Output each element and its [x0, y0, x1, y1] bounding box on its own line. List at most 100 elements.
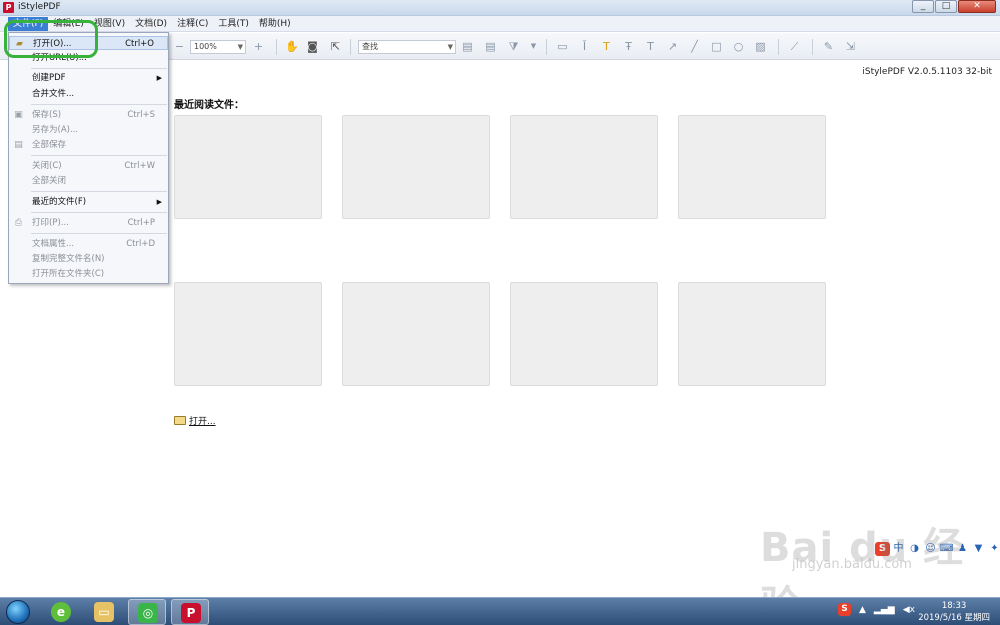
- menu-item-shortcut: Ctrl+S: [127, 110, 155, 120]
- maximize-button[interactable]: □: [935, 0, 957, 13]
- menu-comment[interactable]: 注释(C): [172, 17, 213, 31]
- zoom-value: 100%: [194, 42, 217, 51]
- system-tray: S ▲ ▂▄▆ ◀x: [838, 603, 923, 616]
- zoom-out-icon[interactable]: −: [173, 40, 186, 53]
- start-button[interactable]: [6, 600, 30, 624]
- recent-file-thumbnail[interactable]: [678, 115, 826, 219]
- taskbar-app-browser[interactable]: e: [42, 599, 80, 625]
- menu-divider: [31, 104, 167, 105]
- select-cursor-icon[interactable]: ⇱: [329, 40, 342, 53]
- sign-icon[interactable]: ✎: [822, 40, 835, 53]
- menu-item-recent-files[interactable]: 最近的文件(F) ▶: [9, 195, 168, 209]
- menu-item-print[interactable]: ⎙ 打印(P)... Ctrl+P: [9, 216, 168, 230]
- recent-file-thumbnail[interactable]: [342, 282, 490, 386]
- recent-file-thumbnail[interactable]: [174, 282, 322, 386]
- menu-item-label: 保存(S): [32, 110, 62, 120]
- submenu-arrow-icon: ▶: [156, 198, 162, 206]
- find-previous-icon[interactable]: ▤: [461, 40, 474, 53]
- save-disk-icon: ▣: [14, 110, 23, 120]
- zoom-in-icon[interactable]: +: [252, 40, 265, 53]
- menu-item-label: 另存为(A)...: [32, 125, 79, 135]
- menu-item-label: 合并文件...: [32, 89, 75, 99]
- network-icon[interactable]: ▂▄▆: [874, 605, 895, 615]
- menu-item-save[interactable]: ▣ 保存(S) Ctrl+S: [9, 108, 168, 122]
- save-all-icon: ▤: [14, 140, 23, 150]
- menu-item-label: 全部关闭: [32, 176, 67, 186]
- minimize-button[interactable]: _: [912, 0, 934, 13]
- sogou-tray-icon[interactable]: S: [838, 603, 851, 616]
- taskbar-clock[interactable]: 18:33 2019/5/16 星期四: [918, 600, 990, 624]
- taskbar-app-istylepdf[interactable]: P: [171, 599, 209, 625]
- recent-file-thumbnail[interactable]: [342, 115, 490, 219]
- find-next-icon[interactable]: ▤: [484, 40, 497, 53]
- recent-files-title: 最近阅读文件：: [174, 100, 244, 111]
- menu-item-copy-filename[interactable]: 复制完整文件名(N): [9, 252, 168, 266]
- menu-item-label: 全部保存: [32, 140, 67, 150]
- highlight-annotation: [4, 20, 98, 58]
- find-input[interactable]: 查找 ▼: [358, 40, 456, 54]
- menu-tools[interactable]: 工具(T): [213, 17, 254, 31]
- wechat-icon: ◎: [138, 603, 158, 623]
- toolbar-divider: [778, 39, 779, 55]
- menu-item-close[interactable]: 关闭(C) Ctrl+W: [9, 159, 168, 173]
- folder-icon: ▭: [94, 602, 114, 622]
- stamp-tool-icon[interactable]: ▨: [754, 40, 767, 53]
- recent-file-thumbnail[interactable]: [510, 115, 658, 219]
- strikeout-icon[interactable]: Ŧ: [622, 40, 635, 53]
- menu-item-shortcut: Ctrl+D: [126, 239, 155, 249]
- arrow-tool-icon[interactable]: ↗: [666, 40, 679, 53]
- filter-dropdown-icon[interactable]: ▼: [527, 40, 540, 53]
- printer-icon: ⎙: [14, 218, 23, 228]
- title-bar: P iStylePDF _ □ ✕: [0, 0, 1000, 16]
- menu-item-label: 复制完整文件名(N): [32, 254, 105, 264]
- menu-item-label: 文档属性...: [32, 239, 75, 249]
- menu-item-close-all[interactable]: 全部关闭: [9, 174, 168, 188]
- filter-icon[interactable]: ⧩: [507, 40, 520, 53]
- note-icon[interactable]: ▭: [556, 40, 569, 53]
- chevron-down-icon: ▼: [237, 43, 243, 51]
- export-icon[interactable]: ⇲: [844, 40, 857, 53]
- chevron-down-icon: ▼: [447, 43, 453, 51]
- highlight-text-icon[interactable]: T: [600, 40, 613, 53]
- zoom-select[interactable]: 100% ▼: [190, 40, 246, 54]
- menu-item-save-all[interactable]: ▤ 全部保存: [9, 138, 168, 152]
- menu-item-open-folder[interactable]: 打开所在文件夹(C): [9, 267, 168, 281]
- taskbar-app-explorer[interactable]: ▭: [85, 599, 123, 625]
- volume-icon[interactable]: ◀x: [903, 605, 915, 615]
- recent-file-thumbnail[interactable]: [174, 115, 322, 219]
- menu-bar: 文件(F) 编辑(E) 视图(V) 文档(D) 注释(C) 工具(T) 帮助(H…: [0, 16, 1000, 32]
- close-button[interactable]: ✕: [958, 0, 996, 13]
- measure-icon[interactable]: ⟋: [788, 40, 801, 53]
- line-tool-icon[interactable]: ╱: [688, 40, 701, 53]
- taskbar-app-wechat[interactable]: ◎: [128, 599, 166, 625]
- rectangle-tool-icon[interactable]: □: [710, 40, 723, 53]
- taskbar: e ▭ ◎ P S ▲ ▂▄▆ ◀x 18:33 2019/5/16 星期四: [0, 597, 1000, 625]
- menu-item-save-as[interactable]: 另存为(A)...: [9, 123, 168, 137]
- find-placeholder: 查找: [362, 42, 378, 51]
- underline-icon[interactable]: T: [644, 40, 657, 53]
- toolbar-divider: [350, 39, 351, 55]
- baidu-watermark-url: jingyan.baidu.com: [792, 557, 912, 572]
- recent-file-thumbnail[interactable]: [510, 282, 658, 386]
- window-controls: _ □ ✕: [911, 0, 996, 14]
- menu-item-label: 打开所在文件夹(C): [32, 269, 105, 279]
- snapshot-icon[interactable]: ◙: [306, 40, 319, 53]
- menu-item-label: 创建PDF: [32, 73, 66, 83]
- tray-expand-icon[interactable]: ▲: [859, 605, 866, 615]
- open-file-label: 打开...: [189, 417, 216, 427]
- app-logo-icon: P: [3, 2, 14, 13]
- menu-divider: [31, 233, 167, 234]
- toolbar-divider: [546, 39, 547, 55]
- hand-tool-icon[interactable]: ✋: [285, 40, 299, 53]
- menu-item-merge[interactable]: 合并文件...: [9, 87, 168, 101]
- menu-item-create-pdf[interactable]: 创建PDF ▶: [9, 71, 168, 85]
- ellipse-tool-icon[interactable]: ○: [732, 40, 745, 53]
- menu-item-properties[interactable]: 文档属性... Ctrl+D: [9, 237, 168, 251]
- menu-help[interactable]: 帮助(H): [254, 17, 296, 31]
- menu-document[interactable]: 文档(D): [130, 17, 172, 31]
- text-insert-icon[interactable]: Ī: [578, 40, 591, 53]
- open-file-link[interactable]: 打开...: [174, 414, 216, 427]
- menu-item-shortcut: Ctrl+W: [124, 161, 155, 171]
- menu-item-label: 关闭(C): [32, 161, 62, 171]
- recent-file-thumbnail[interactable]: [678, 282, 826, 386]
